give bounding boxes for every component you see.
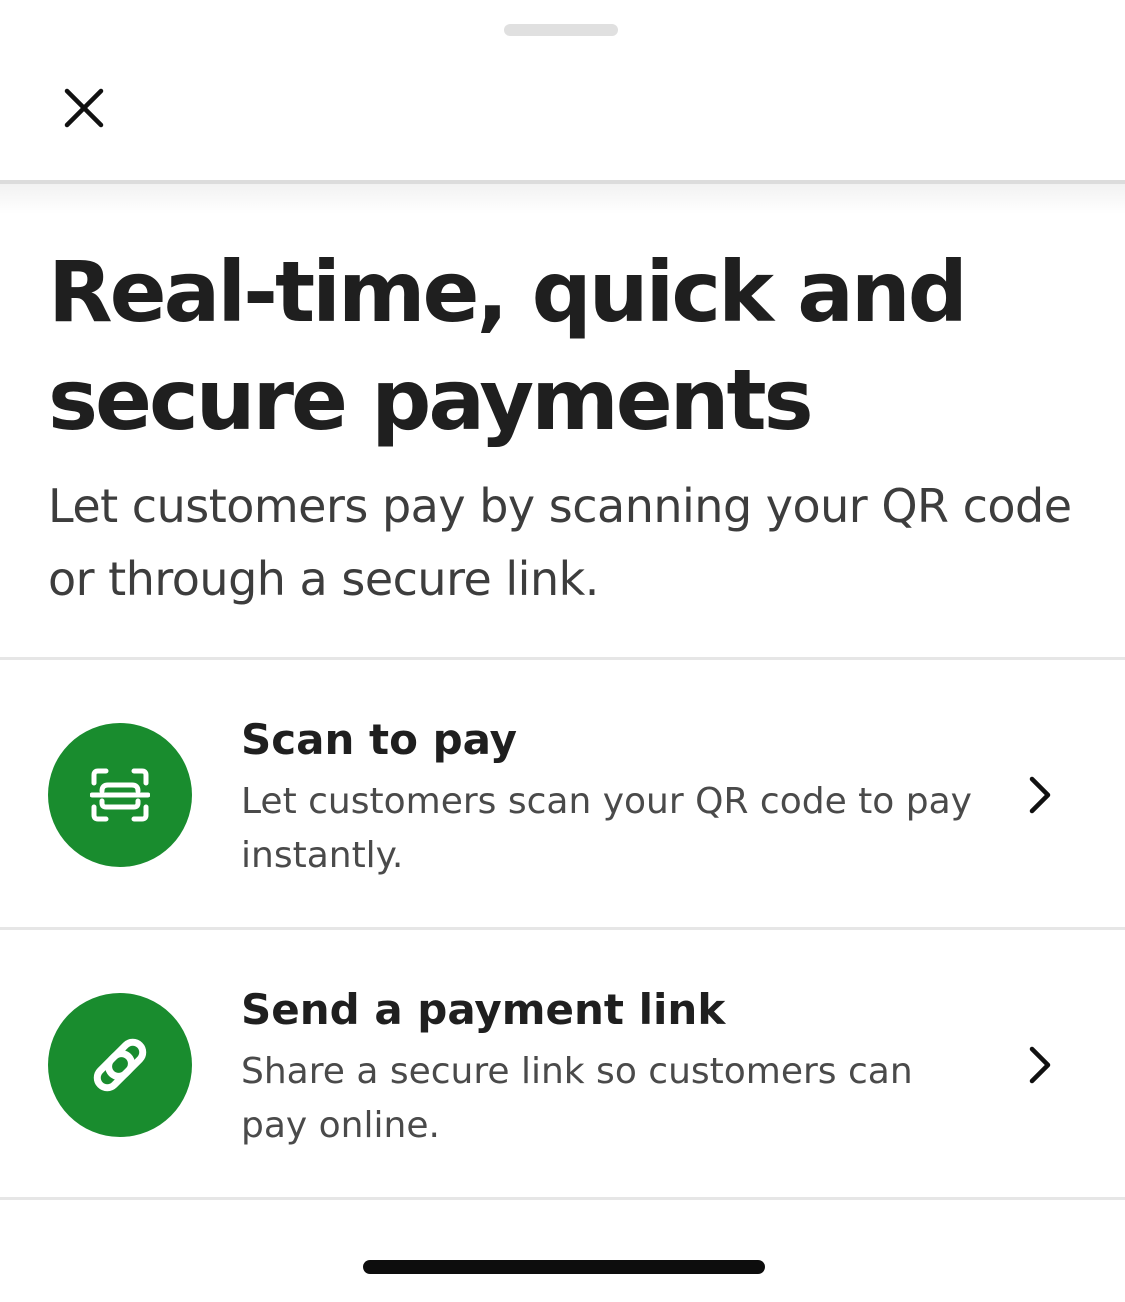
scan-to-pay-icon-badge (48, 723, 192, 867)
payment-link-icon-badge (48, 993, 192, 1137)
option-divider (0, 1197, 1125, 1200)
bottom-sheet: Real-time, quick and secure payments Let… (0, 0, 1125, 1302)
close-button[interactable] (52, 76, 116, 140)
option-title: Send a payment link (241, 985, 726, 1034)
link-icon (93, 1038, 147, 1092)
send-payment-link-option[interactable]: Send a payment link Share a secure link … (0, 930, 1125, 1196)
chevron-right-icon (1016, 771, 1064, 819)
option-title: Scan to pay (241, 715, 518, 764)
option-description: Let customers scan your QR code to pay i… (241, 781, 972, 876)
close-icon (64, 88, 104, 128)
scan-to-pay-option[interactable]: Scan to pay Let customers scan your QR c… (0, 660, 1125, 926)
header-shadow (0, 184, 1125, 214)
option-description: Share a secure link so customers can pay… (241, 1051, 913, 1146)
page-title: Real-time, quick and secure payments (48, 243, 968, 449)
qr-scan-icon (90, 768, 150, 822)
page-subtitle: Let customers pay by scanning your QR co… (48, 479, 1072, 606)
chevron-right-icon (1016, 1041, 1064, 1089)
home-indicator (363, 1260, 765, 1274)
sheet-grabber-handle[interactable] (504, 24, 618, 36)
